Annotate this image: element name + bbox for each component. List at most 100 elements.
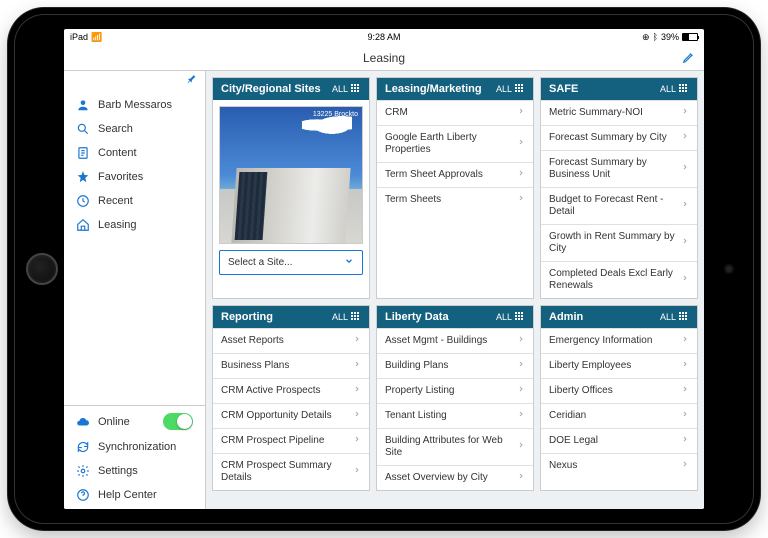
list-item-label: Metric Summary-NOI bbox=[549, 107, 643, 119]
list-item-label: Asset Overview by City bbox=[385, 472, 488, 484]
sidebar-item-label: Favorites bbox=[98, 171, 143, 183]
list-item[interactable]: Property Listing bbox=[377, 378, 533, 403]
sidebar-item-online[interactable]: Online bbox=[64, 408, 205, 435]
all-button[interactable]: ALL bbox=[496, 84, 525, 94]
list-item[interactable]: Term Sheets bbox=[377, 187, 533, 212]
battery-percent: 39% bbox=[661, 32, 679, 42]
list-item[interactable]: Completed Deals Excl Early Renewals bbox=[541, 261, 697, 298]
list-item[interactable]: Forecast Summary by Business Unit bbox=[541, 150, 697, 187]
list-item[interactable]: CRM Opportunity Details bbox=[213, 403, 369, 428]
chevron-right-icon bbox=[353, 435, 361, 447]
sidebar-item-help-center[interactable]: Help Center bbox=[64, 483, 205, 507]
list-item[interactable]: Liberty Offices bbox=[541, 378, 697, 403]
cloud-icon bbox=[76, 415, 90, 429]
chevron-right-icon bbox=[353, 410, 361, 422]
list-item[interactable]: Building Plans bbox=[377, 353, 533, 378]
list-item[interactable]: Emergency Information bbox=[541, 328, 697, 353]
list-item[interactable]: CRM Active Prospects bbox=[213, 378, 369, 403]
list-item-label: Emergency Information bbox=[549, 335, 652, 347]
list-item[interactable]: Liberty Employees bbox=[541, 353, 697, 378]
list-item-label: CRM bbox=[385, 107, 408, 119]
chevron-right-icon bbox=[353, 360, 361, 372]
sidebar: Barb Messaros Search Content Favorites Recen… bbox=[64, 71, 206, 509]
all-button[interactable]: ALL bbox=[660, 312, 689, 322]
list-item[interactable]: Growth in Rent Summary by City bbox=[541, 224, 697, 261]
list-item-label: Term Sheet Approvals bbox=[385, 169, 483, 181]
sidebar-item-content[interactable]: Content bbox=[64, 141, 205, 165]
grid-icon bbox=[351, 312, 361, 322]
list-item-label: Growth in Rent Summary by City bbox=[549, 231, 681, 255]
sidebar-item-label: Online bbox=[98, 416, 130, 428]
site-select[interactable]: Select a Site... bbox=[219, 250, 363, 275]
list-item[interactable]: CRM Prospect Summary Details bbox=[213, 453, 369, 490]
list-item[interactable]: Asset Mgmt - Buildings bbox=[377, 328, 533, 353]
edit-icon[interactable] bbox=[682, 50, 696, 67]
tile-title: Leasing/Marketing bbox=[385, 83, 482, 95]
list-item[interactable]: Budget to Forecast Rent - Detail bbox=[541, 187, 697, 224]
tile-title: Liberty Data bbox=[385, 311, 449, 323]
tile-header: Leasing/Marketing ALL bbox=[377, 78, 533, 100]
sidebar-item-leasing[interactable]: Leasing bbox=[64, 213, 205, 237]
list-item[interactable]: CRM Prospect Pipeline bbox=[213, 428, 369, 453]
sidebar-item-search[interactable]: Search bbox=[64, 117, 205, 141]
list-item[interactable]: Metric Summary-NOI bbox=[541, 100, 697, 125]
sidebar-item-favorites[interactable]: Favorites bbox=[64, 165, 205, 189]
all-button[interactable]: ALL bbox=[332, 312, 361, 322]
list-item[interactable]: CRM bbox=[377, 100, 533, 125]
list-item-label: Nexus bbox=[549, 460, 577, 472]
chevron-right-icon bbox=[353, 335, 361, 347]
sidebar-item-synchronization[interactable]: Synchronization bbox=[64, 435, 205, 459]
list-item[interactable]: Tenant Listing bbox=[377, 403, 533, 428]
all-button[interactable]: ALL bbox=[660, 84, 689, 94]
bluetooth-icon: ᛒ bbox=[653, 32, 658, 42]
chevron-right-icon bbox=[681, 435, 689, 447]
sidebar-item-barb-messaros[interactable]: Barb Messaros bbox=[64, 93, 205, 117]
chevron-right-icon bbox=[681, 132, 689, 144]
grid-icon bbox=[515, 312, 525, 322]
pin-button[interactable] bbox=[64, 71, 205, 91]
chevron-right-icon bbox=[681, 163, 689, 175]
grid-icon bbox=[515, 84, 525, 94]
tile-safe: SAFEALL Metric Summary-NOIForecast Summa… bbox=[540, 77, 698, 299]
clock: 9:28 AM bbox=[367, 32, 400, 42]
all-button[interactable]: ALL bbox=[332, 84, 361, 94]
list-item[interactable]: Business Plans bbox=[213, 353, 369, 378]
page-title: Leasing bbox=[363, 51, 405, 65]
list-item[interactable]: Nexus bbox=[541, 453, 697, 478]
tile-title: City/Regional Sites bbox=[221, 83, 321, 95]
chevron-right-icon bbox=[517, 107, 525, 119]
list-item[interactable]: DOE Legal bbox=[541, 428, 697, 453]
chevron-right-icon bbox=[681, 385, 689, 397]
chevron-right-icon bbox=[517, 410, 525, 422]
list-item[interactable]: Asset Reports bbox=[213, 328, 369, 353]
list-item-label: Liberty Offices bbox=[549, 385, 613, 397]
tile-grid: City/Regional Sites ALL 13225 Brockto Sele… bbox=[206, 71, 704, 509]
list-item[interactable]: Ceridian bbox=[541, 403, 697, 428]
list-item-label: CRM Active Prospects bbox=[221, 385, 320, 397]
sidebar-item-label: Help Center bbox=[98, 489, 157, 501]
chevron-right-icon bbox=[517, 441, 525, 453]
chevron-right-icon bbox=[517, 385, 525, 397]
home-button[interactable] bbox=[26, 253, 58, 285]
sidebar-item-settings[interactable]: Settings bbox=[64, 459, 205, 483]
chevron-right-icon bbox=[681, 107, 689, 119]
list-item-label: Asset Mgmt - Buildings bbox=[385, 335, 487, 347]
content-icon bbox=[76, 146, 90, 160]
list-item[interactable]: Building Attributes for Web Site bbox=[377, 428, 533, 465]
list-item[interactable]: Forecast Summary by City bbox=[541, 125, 697, 150]
chevron-right-icon bbox=[681, 237, 689, 249]
site-thumbnail[interactable]: 13225 Brockto bbox=[219, 106, 363, 244]
chevron-right-icon bbox=[517, 335, 525, 347]
list-item[interactable]: Asset Overview by City bbox=[377, 465, 533, 490]
chevron-right-icon bbox=[353, 385, 361, 397]
all-button[interactable]: ALL bbox=[496, 312, 525, 322]
list-item-label: Building Attributes for Web Site bbox=[385, 435, 517, 459]
chevron-right-icon bbox=[517, 360, 525, 372]
image-caption: 13225 Brockto bbox=[313, 111, 358, 118]
sidebar-item-label: Search bbox=[98, 123, 133, 135]
online-toggle[interactable] bbox=[163, 413, 193, 430]
sidebar-item-recent[interactable]: Recent bbox=[64, 189, 205, 213]
list-item[interactable]: Google Earth Liberty Properties bbox=[377, 125, 533, 162]
list-item[interactable]: Term Sheet Approvals bbox=[377, 162, 533, 187]
chevron-right-icon bbox=[517, 194, 525, 206]
